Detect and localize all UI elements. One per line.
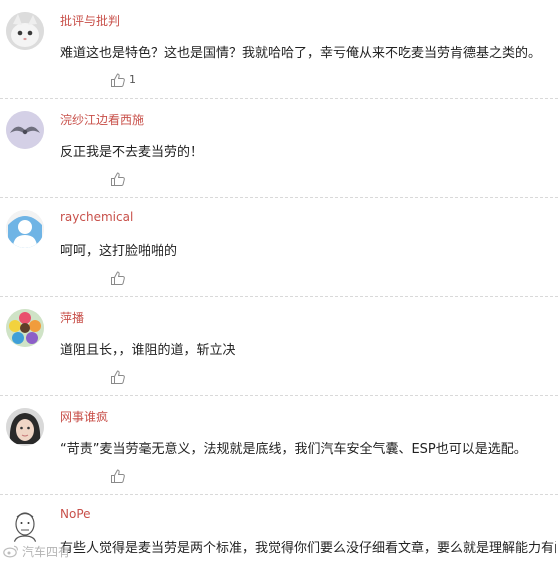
like-button[interactable] (110, 468, 129, 484)
comment-username[interactable]: NoPe (60, 507, 91, 521)
like-button[interactable] (110, 369, 129, 385)
comment-text: 有些人觉得是麦当劳是两个标准，我觉得你们要么没仔细看文章，要么就是理解能力有问题 (60, 541, 556, 556)
like-button[interactable] (110, 270, 129, 286)
thumbs-up-icon (111, 172, 125, 186)
weibo-watermark: 汽车四有 (3, 542, 70, 560)
comment-text: 反正我是不去麦当劳的！ (60, 145, 204, 160)
like-button[interactable]: 1 (110, 72, 136, 88)
comment-username[interactable]: 萍播 (60, 309, 84, 326)
comment-text: “苛责”麦当劳毫无意义，法规就是底线，我们汽车安全气囊、ESP也可以是选配。 (60, 442, 527, 457)
thumbs-up-icon (111, 73, 125, 87)
comment-text: 难道这也是特色？这也是国情？我就哈哈了，幸亏俺从来不吃麦当劳肯德基之类的。 (60, 46, 542, 61)
comment-item: 浣纱江边看西施 反正我是不去麦当劳的！ (0, 99, 558, 197)
comment-item: 批评与批判 难道这也是特色？这也是国情？我就哈哈了，幸亏俺从来不吃麦当劳肯德基之… (0, 0, 558, 98)
sketch-avatar[interactable] (6, 507, 44, 545)
comment-username[interactable]: 批评与批判 (60, 12, 120, 29)
flower-avatar[interactable] (6, 309, 44, 347)
comment-item: 萍播 道阻且长，，谁阻的道，斩立决 (0, 297, 558, 395)
comment-username[interactable]: 浣纱江边看西施 (60, 111, 144, 128)
comment-item: 网事谁疯 “苛责”麦当劳毫无意义，法规就是底线，我们汽车安全气囊、ESP也可以是… (0, 396, 558, 494)
comment-item: raychemical 呵呵，这打脸啪啪的 (0, 198, 558, 296)
comment-item: NoPe 有些人觉得是麦当劳是两个标准，我觉得你们要么没仔细看文章，要么就是理解… (0, 495, 558, 566)
cat-avatar[interactable] (6, 12, 44, 50)
thumbs-up-icon (111, 271, 125, 285)
comment-username[interactable]: raychemical (60, 210, 133, 224)
watermark-text: 汽车四有 (22, 544, 71, 559)
comment-text: 道阻且长，，谁阻的道，斩立决 (60, 343, 236, 358)
like-count: 1 (129, 73, 136, 86)
thumbs-up-icon (111, 469, 125, 483)
bird-avatar[interactable] (6, 111, 44, 149)
girl-avatar[interactable] (6, 408, 44, 446)
like-button[interactable] (110, 171, 129, 187)
default-avatar[interactable] (6, 210, 44, 248)
comment-text: 呵呵，这打脸啪啪的 (60, 244, 178, 259)
thumbs-up-icon (111, 370, 125, 384)
comment-username[interactable]: 网事谁疯 (60, 408, 108, 425)
weibo-icon (3, 545, 18, 558)
